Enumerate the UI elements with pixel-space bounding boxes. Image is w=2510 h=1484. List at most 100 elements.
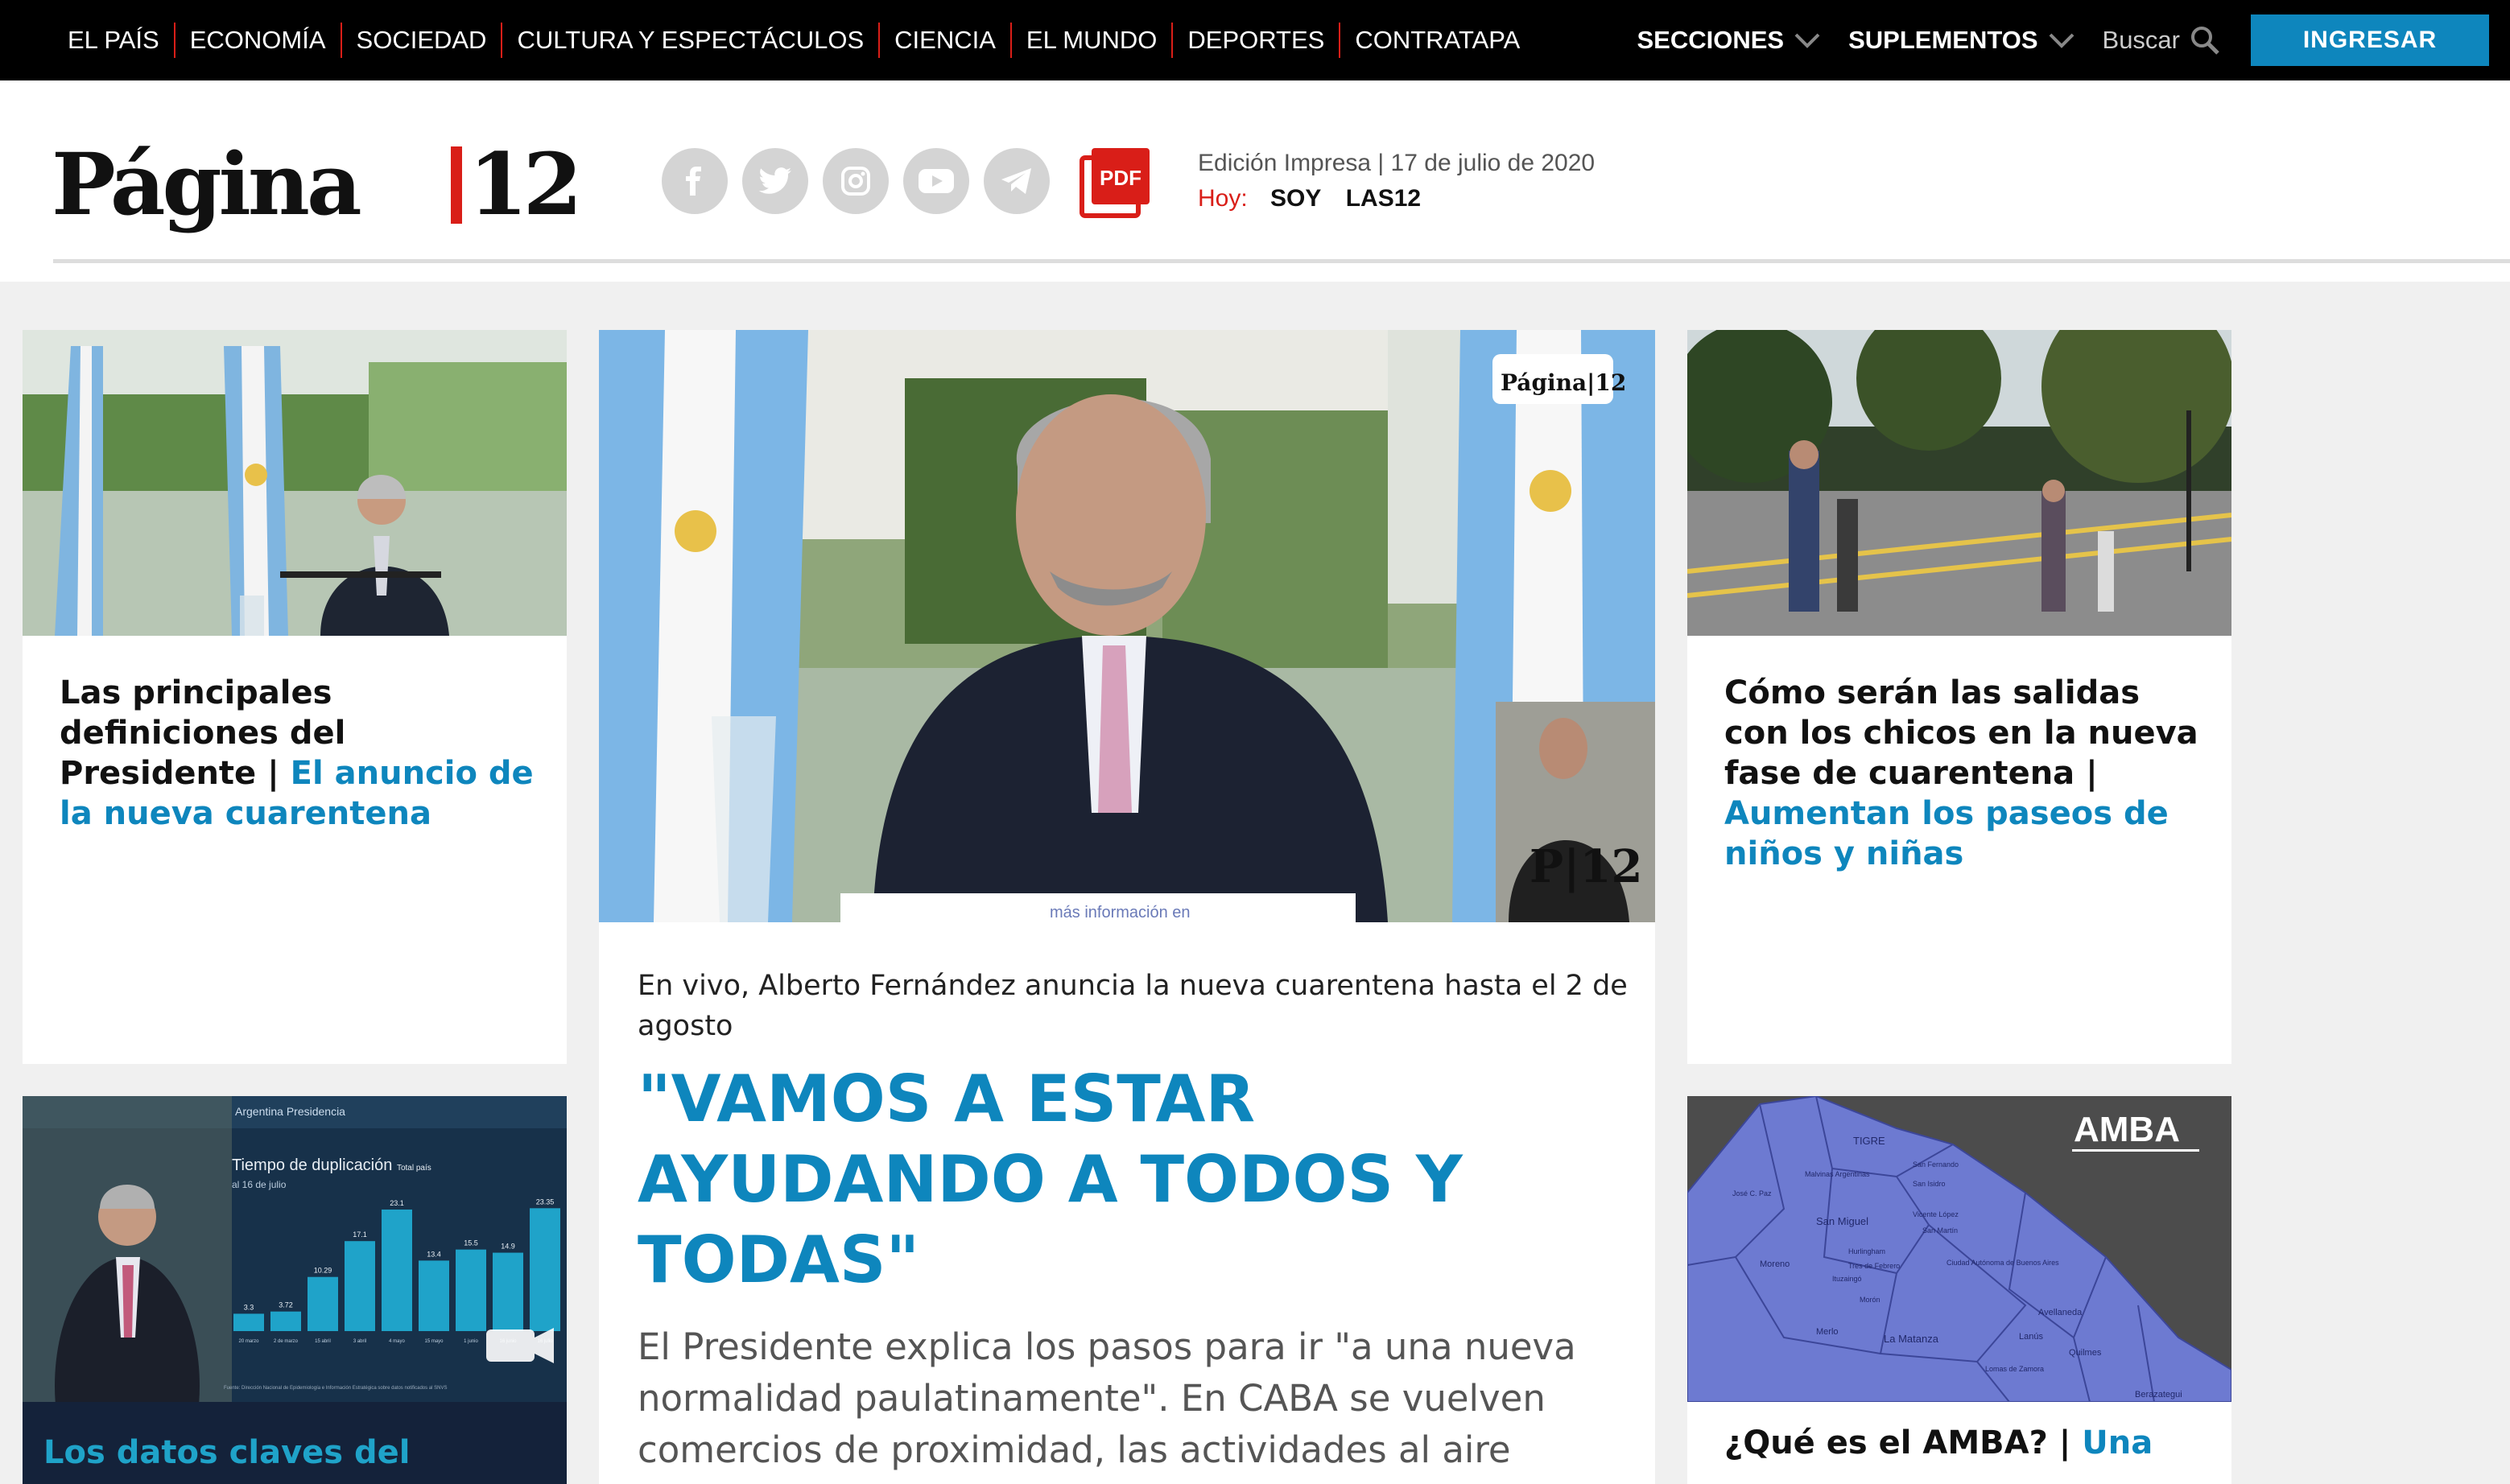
chart-value-label: 13.4 bbox=[427, 1250, 441, 1258]
svg-text:Moreno: Moreno bbox=[1760, 1259, 1790, 1269]
chart-category-label: 3 abril bbox=[353, 1339, 366, 1344]
suplementos-dropdown[interactable]: SUPLEMENTOS bbox=[1848, 26, 2037, 55]
nav-link-economia[interactable]: ECONOMÍA bbox=[173, 23, 341, 58]
article-headline[interactable]: ¿Qué es el AMBA? | Una bbox=[1724, 1423, 2207, 1463]
print-edition-date[interactable]: Edición Impresa | 17 de julio de 2020 bbox=[1198, 150, 1595, 177]
svg-text:Vicente López: Vicente López bbox=[1913, 1210, 1959, 1218]
chart-value-label: 10.29 bbox=[314, 1267, 332, 1275]
facebook-icon[interactable] bbox=[662, 148, 728, 214]
svg-text:Tres de Febrero: Tres de Febrero bbox=[1848, 1262, 1900, 1270]
svg-text:más información en: más información en bbox=[1050, 904, 1191, 921]
nav-link-el-pais[interactable]: EL PAÍS bbox=[53, 23, 174, 58]
chevron-down-icon[interactable] bbox=[2048, 31, 2075, 49]
article-headline[interactable]: Cómo serán las salidas con los chicos en… bbox=[1724, 673, 2207, 874]
amba-map-image[interactable]: AMBA TIGRE Malvinas Argentinas José C. P… bbox=[1687, 1096, 2231, 1402]
supplement-link-soy[interactable]: SOY bbox=[1270, 185, 1321, 212]
svg-text:San Isidro: San Isidro bbox=[1913, 1180, 1946, 1188]
svg-text:Ituzaingó: Ituzaingó bbox=[1832, 1275, 1862, 1283]
svg-text:Berazategui: Berazategui bbox=[2135, 1390, 2182, 1399]
svg-text:Lomas de Zamora: Lomas de Zamora bbox=[1985, 1365, 2044, 1373]
svg-text:Quilmes: Quilmes bbox=[2069, 1348, 2102, 1358]
supplement-link-las12[interactable]: LAS12 bbox=[1346, 185, 1421, 212]
svg-text:Avellaneda: Avellaneda bbox=[2038, 1308, 2083, 1317]
chart-bar bbox=[233, 1313, 264, 1331]
youtube-icon[interactable] bbox=[903, 148, 969, 214]
svg-text:Malvinas Argentinas: Malvinas Argentinas bbox=[1805, 1170, 1870, 1178]
chart-bar bbox=[419, 1260, 449, 1331]
families-walking-photo[interactable] bbox=[1687, 330, 2231, 636]
chart-category-label: 15 mayo bbox=[424, 1339, 444, 1344]
svg-text:al 16 de julio: al 16 de julio bbox=[232, 1179, 287, 1190]
svg-text:P|12: P|12 bbox=[1530, 840, 1642, 893]
chart-category-label: 4 mayo bbox=[389, 1339, 405, 1344]
login-button[interactable]: INGRESAR bbox=[2251, 14, 2489, 66]
chart-bar bbox=[456, 1249, 486, 1331]
site-header: Página 12 PDF Edición Impresa | 17 de ju… bbox=[0, 80, 2510, 282]
search-input[interactable]: Buscar bbox=[2103, 26, 2180, 55]
president-podium-photo[interactable] bbox=[23, 330, 567, 636]
article-card-right-bottom[interactable]: AMBA TIGRE Malvinas Argentinas José C. P… bbox=[1687, 1096, 2231, 1484]
svg-text:PDF: PDF bbox=[1100, 166, 1141, 190]
article-card-left-top[interactable]: Las principales definiciones del Preside… bbox=[23, 330, 567, 1064]
svg-text:AMBA: AMBA bbox=[2074, 1110, 2180, 1149]
svg-text:San Martín: San Martín bbox=[1922, 1226, 1958, 1235]
nav-link-cultura[interactable]: CULTURA Y ESPECTÁCULOS bbox=[501, 23, 878, 58]
svg-text:TIGRE: TIGRE bbox=[1853, 1135, 1885, 1147]
chart-bar bbox=[270, 1311, 301, 1331]
chevron-down-icon[interactable] bbox=[1794, 31, 1821, 49]
svg-text:San Fernando: San Fernando bbox=[1913, 1160, 1959, 1169]
chart-value-label: 3.3 bbox=[244, 1303, 254, 1311]
nav-link-deportes[interactable]: DEPORTES bbox=[1171, 23, 1339, 58]
telegram-icon[interactable] bbox=[984, 148, 1050, 214]
chart-category-label: 15 abril bbox=[315, 1339, 331, 1344]
svg-text:Argentina Presidencia: Argentina Presidencia bbox=[235, 1105, 345, 1118]
svg-text:Lanús: Lanús bbox=[2019, 1332, 2043, 1342]
svg-text:12: 12 bbox=[469, 134, 578, 234]
svg-text:La Matanza: La Matanza bbox=[1884, 1333, 1939, 1345]
nav-link-el-mundo[interactable]: EL MUNDO bbox=[1009, 23, 1171, 58]
pagina12-logo[interactable]: Página 12 bbox=[52, 124, 602, 245]
chart-bar bbox=[382, 1209, 412, 1331]
svg-text:Morón: Morón bbox=[1860, 1296, 1880, 1304]
nav-link-contratapa[interactable]: CONTRATAPA bbox=[1339, 23, 1534, 58]
pdf-icon[interactable]: PDF bbox=[1079, 146, 1151, 219]
svg-text:Página: Página bbox=[52, 134, 361, 234]
chart-value-label: 14.9 bbox=[501, 1243, 515, 1251]
twitter-icon[interactable] bbox=[742, 148, 808, 214]
article-summary: El Presidente explica los pasos para ir … bbox=[638, 1325, 1576, 1471]
article-headline[interactable]: Los datos claves del bbox=[43, 1432, 551, 1473]
chart-bar bbox=[493, 1252, 523, 1331]
instagram-icon[interactable] bbox=[823, 148, 889, 214]
doubling-time-chart-photo[interactable]: Argentina Presidencia Tiempo de duplicac… bbox=[23, 1096, 567, 1402]
nav-link-sociedad[interactable]: SOCIEDAD bbox=[340, 23, 502, 58]
article-card-right-top[interactable]: Cómo serán las salidas con los chicos en… bbox=[1687, 330, 2231, 1064]
secciones-dropdown[interactable]: SECCIONES bbox=[1637, 26, 1785, 55]
section-nav: EL PAÍS ECONOMÍA SOCIEDAD CULTURA Y ESPE… bbox=[53, 0, 1534, 80]
nav-actions: SECCIONES SUPLEMENTOS Buscar INGRESAR bbox=[1637, 0, 2489, 80]
top-navigation-bar: EL PAÍS ECONOMÍA SOCIEDAD CULTURA Y ESPE… bbox=[0, 0, 2510, 80]
article-card-left-bottom[interactable]: Argentina Presidencia Tiempo de duplicac… bbox=[23, 1096, 567, 1484]
svg-text:José C. Paz: José C. Paz bbox=[1732, 1189, 1772, 1198]
article-subheadline[interactable]: Aumentan los paseos de niños y niñas bbox=[1724, 795, 2169, 872]
chart-value-label: 23.35 bbox=[536, 1198, 555, 1206]
search-icon[interactable] bbox=[2190, 25, 2220, 56]
svg-text:Página|12: Página|12 bbox=[1501, 369, 1626, 396]
svg-text:Fuente: Dirección Nacional de: Fuente: Dirección Nacional de Epidemiolo… bbox=[224, 1386, 447, 1391]
article-headline[interactable]: "VAMOS A ESTAR AYUDANDO A TODOS Y TODAS" bbox=[638, 1059, 1628, 1301]
article-kicker[interactable]: En vivo, Alberto Fernández anuncia la nu… bbox=[638, 966, 1628, 1046]
chart-value-label: 17.1 bbox=[353, 1230, 367, 1239]
article-subheadline[interactable]: Una bbox=[2082, 1424, 2153, 1461]
chart-bar bbox=[530, 1208, 560, 1331]
article-headline[interactable]: Las principales definiciones del Preside… bbox=[60, 673, 535, 834]
chart-value-label: 23.1 bbox=[390, 1199, 404, 1207]
today-supplements: Hoy: SOY LAS12 bbox=[1198, 185, 1439, 212]
chart-value-label: 15.5 bbox=[464, 1239, 478, 1247]
hoy-label: Hoy: bbox=[1198, 185, 1248, 212]
nav-link-ciencia[interactable]: CIENCIA bbox=[878, 23, 1010, 58]
svg-text:Merlo: Merlo bbox=[1816, 1327, 1839, 1337]
chart-category-label: 2 de marzo bbox=[274, 1339, 299, 1344]
svg-text:Hurlingham: Hurlingham bbox=[1848, 1247, 1885, 1255]
main-video-still[interactable]: más información en Página|12 P|12 bbox=[599, 330, 1655, 922]
social-links bbox=[662, 148, 1064, 214]
article-card-main[interactable]: más información en Página|12 P|12 En viv… bbox=[599, 330, 1655, 1484]
